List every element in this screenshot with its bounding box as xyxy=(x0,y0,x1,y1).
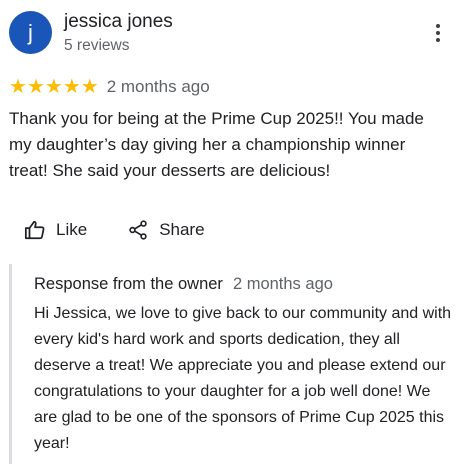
thumb-up-icon xyxy=(24,220,45,240)
owner-response-label: Response from the owner xyxy=(34,275,223,293)
avatar[interactable]: j xyxy=(9,11,52,54)
owner-response-date: 2 months ago xyxy=(232,275,333,293)
review-date: 2 months ago xyxy=(106,77,210,96)
review-header: j jessica jones 5 reviews xyxy=(9,11,449,57)
star-icon: ★ xyxy=(44,76,63,98)
more-vert-icon xyxy=(433,24,443,42)
rating-row: ★ ★ ★ ★ ★ 2 months ago xyxy=(9,76,210,98)
star-icon: ★ xyxy=(80,76,99,98)
more-options-button[interactable] xyxy=(433,24,443,46)
reviewer-name[interactable]: jessica jones xyxy=(64,11,173,33)
owner-response-header: Response from the owner 2 months ago xyxy=(34,275,333,294)
review-count: 5 reviews xyxy=(64,37,130,54)
star-icon: ★ xyxy=(26,76,45,98)
star-icon: ★ xyxy=(62,76,81,98)
share-label: Share xyxy=(159,220,205,239)
star-rating: ★ ★ ★ ★ ★ xyxy=(9,77,99,97)
share-icon xyxy=(129,220,147,240)
review-actions: Like Share xyxy=(24,217,205,243)
owner-response-text: Hi Jessica, we love to give back to our … xyxy=(34,305,452,452)
review-text: Thank you for being at the Prime Cup 202… xyxy=(9,109,424,180)
like-label: Like xyxy=(56,220,88,239)
owner-response: Response from the owner 2 months ago Hi … xyxy=(9,264,452,464)
star-icon: ★ xyxy=(9,76,27,98)
share-button[interactable]: Share xyxy=(127,219,205,241)
like-button[interactable]: Like xyxy=(24,219,87,241)
